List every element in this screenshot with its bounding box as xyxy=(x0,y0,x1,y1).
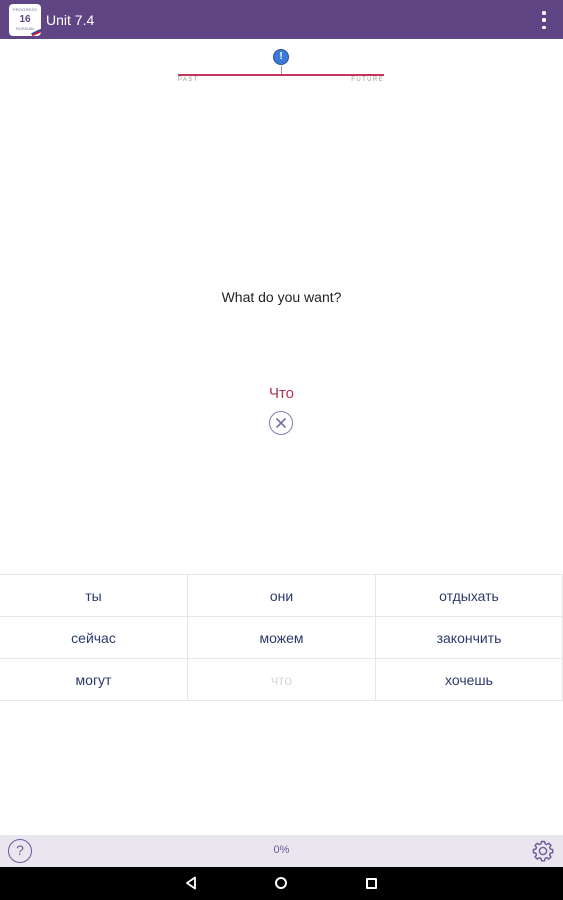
prompt-sentence: What do you want? xyxy=(221,289,342,305)
word-tile[interactable]: сейчас xyxy=(0,617,188,659)
system-nav-bar xyxy=(0,867,563,900)
word-tile[interactable]: отдыхать xyxy=(376,575,563,617)
close-icon xyxy=(275,417,287,429)
clear-answer-button[interactable] xyxy=(269,411,293,435)
timeline-past-label: PAST xyxy=(178,77,199,83)
app-logo-top-text: PROGRESS xyxy=(12,7,38,12)
word-tile[interactable]: могут xyxy=(0,659,188,701)
word-choice-grid: ты они отдыхать сейчас можем закончить м… xyxy=(0,574,563,701)
word-tile[interactable]: ты xyxy=(0,575,188,617)
word-tile[interactable]: закончить xyxy=(376,617,563,659)
app-logo: PROGRESS 16 RUSSIAN xyxy=(9,4,41,36)
app-bar: PROGRESS 16 RUSSIAN Unit 7.4 xyxy=(0,0,563,39)
word-tile[interactable]: можем xyxy=(188,617,376,659)
timeline-future-label: FUTURE xyxy=(351,77,384,83)
present-marker-icon: ! xyxy=(273,49,289,65)
home-nav-icon[interactable] xyxy=(275,877,287,889)
progress-percent: 0% xyxy=(273,844,290,856)
word-tile[interactable]: они xyxy=(188,575,376,617)
settings-button[interactable] xyxy=(531,839,555,863)
tense-timeline: ! PAST FUTURE xyxy=(178,46,384,88)
word-tile[interactable]: хочешь xyxy=(376,659,563,701)
bottom-bar: ? 0% xyxy=(0,835,563,867)
gear-icon xyxy=(532,840,554,862)
recents-nav-icon[interactable] xyxy=(366,878,377,889)
overflow-menu-icon[interactable] xyxy=(539,11,549,29)
page-title: Unit 7.4 xyxy=(46,12,95,28)
app-logo-number: 16 xyxy=(19,14,31,25)
timeline-tick xyxy=(281,66,282,74)
back-nav-icon[interactable] xyxy=(184,876,198,890)
answer-text: Что xyxy=(268,385,295,402)
word-tile-used: что xyxy=(188,659,376,701)
timeline-line xyxy=(178,74,384,76)
